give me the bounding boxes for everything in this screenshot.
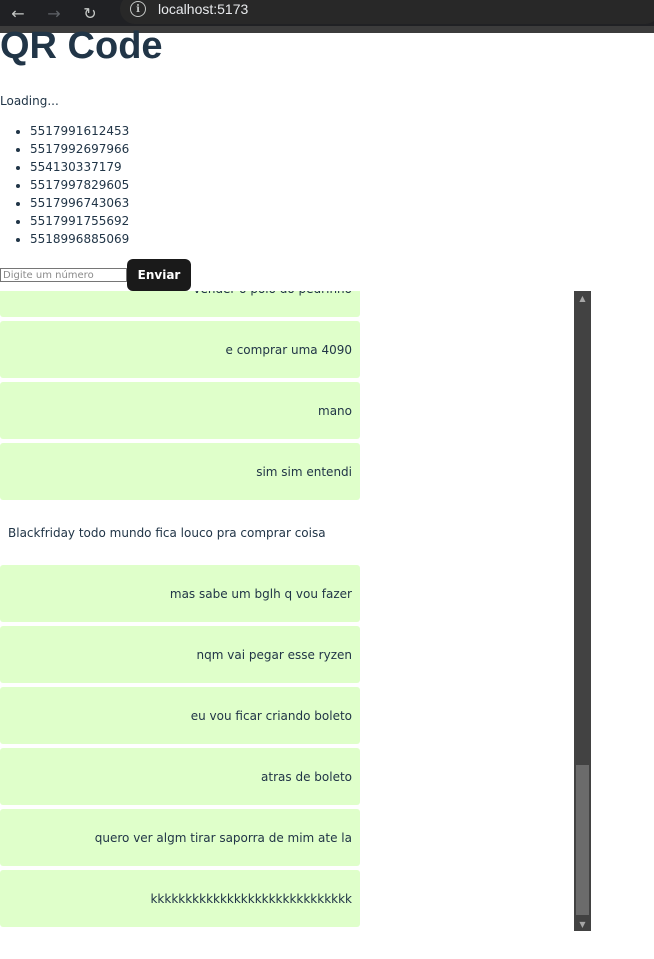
reload-button[interactable]: ↻ [72, 0, 108, 26]
info-icon[interactable]: i [130, 1, 146, 17]
arrow-left-icon: ← [11, 3, 25, 23]
message-text: mano [318, 403, 352, 418]
sent-message: vender o polo do pedrinho [0, 291, 360, 317]
back-button[interactable]: ← [0, 0, 36, 26]
message-text: e comprar uma 4090 [225, 342, 352, 357]
message-text: kkkkkkkkkkkkkkkkkkkkkkkkkkkkk [150, 891, 352, 906]
sent-message: nqm vai pegar esse ryzen [0, 626, 360, 683]
address-bar[interactable]: i localhost:5173 [120, 0, 654, 24]
browser-toolbar: ← → ↻ i localhost:5173 [0, 0, 654, 33]
received-message: Blackfriday todo mundo fica louco pra co… [0, 504, 360, 561]
chat-panel[interactable]: vender o polo do pedrinho e comprar uma 4… [0, 291, 360, 931]
sent-message: atras de boleto [0, 748, 360, 805]
list-item: 5517996743063 [30, 194, 129, 212]
page-title: QR Code [0, 25, 163, 67]
number-input[interactable] [0, 268, 127, 282]
phone-number-list: 5517991612453 5517992697966 554130337179… [30, 122, 129, 248]
scroll-down-arrow-icon[interactable]: ▼ [574, 917, 591, 931]
sent-message: sim sim entendi [0, 443, 360, 500]
number-form: Enviar [0, 259, 191, 291]
list-item: 554130337179 [30, 158, 129, 176]
message-text: sim sim entendi [256, 464, 352, 479]
sent-message: mas sabe um bglh q vou fazer [0, 565, 360, 622]
list-item: 5518996885069 [30, 230, 129, 248]
message-text: atras de boleto [261, 769, 352, 784]
scroll-thumb[interactable] [576, 765, 589, 915]
message-text: vender o polo do pedrinho [193, 291, 352, 296]
list-item: 5517991755692 [30, 212, 129, 230]
sent-message: kkkkkkkkkkkkkkkkkkkkkkkkkkkkk [0, 870, 360, 927]
list-item: 5517997829605 [30, 176, 129, 194]
message-list: vender o polo do pedrinho e comprar uma 4… [0, 291, 360, 931]
message-text: mas sabe um bglh q vou fazer [169, 586, 352, 601]
arrow-right-icon: → [47, 3, 61, 23]
sent-message: quero ver algm tirar saporra de mim ate … [0, 809, 360, 866]
reload-icon: ↻ [83, 3, 97, 23]
url-text: localhost:5173 [158, 1, 249, 17]
sent-message: e comprar uma 4090 [0, 321, 360, 378]
forward-button[interactable]: → [36, 0, 72, 26]
message-text: quero ver algm tirar saporra de mim ate … [94, 830, 352, 845]
list-item: 5517992697966 [30, 140, 129, 158]
message-text: nqm vai pegar esse ryzen [196, 647, 352, 662]
list-item: 5517991612453 [30, 122, 129, 140]
sent-message: eu vou ficar criando boleto [0, 687, 360, 744]
message-text: eu vou ficar criando boleto [190, 708, 352, 723]
status-text: Loading... [0, 94, 59, 108]
sent-message: mano [0, 382, 360, 439]
scroll-up-arrow-icon[interactable]: ▲ [574, 291, 591, 305]
chat-scrollbar[interactable]: ▲ ▼ [574, 291, 591, 931]
send-button[interactable]: Enviar [127, 259, 191, 291]
message-text: Blackfriday todo mundo fica louco pra co… [8, 525, 326, 540]
